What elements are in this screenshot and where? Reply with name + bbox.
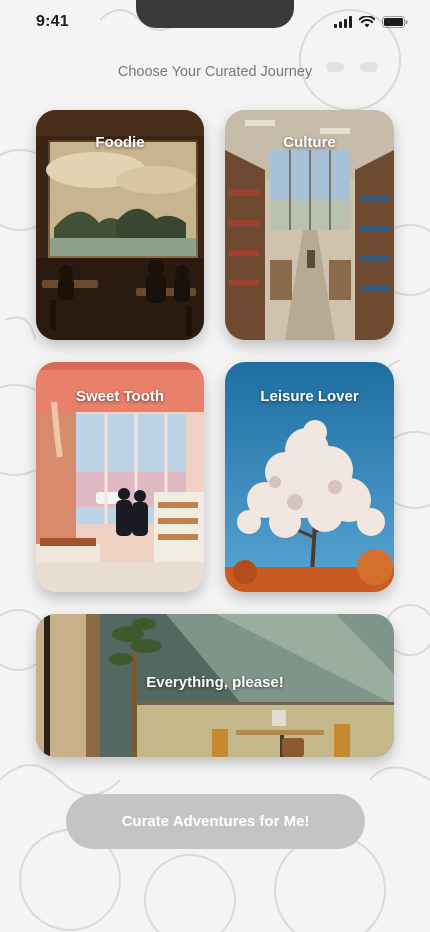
- battery-icon: [382, 16, 408, 28]
- signal-icon: [334, 16, 352, 28]
- journey-label-foodie: Foodie: [95, 134, 145, 151]
- curate-adventures-button[interactable]: Curate Adventures for Me!: [66, 794, 365, 849]
- wifi-icon: [359, 16, 375, 28]
- page-title: Choose Your Curated Journey: [117, 64, 313, 80]
- status-icons: [334, 16, 408, 28]
- journey-card-sweet-tooth[interactable]: Sweet Tooth: [36, 362, 204, 592]
- status-time: 9:41: [36, 13, 69, 30]
- journey-card-everything[interactable]: Everything, please!: [36, 614, 394, 757]
- journey-card-culture[interactable]: Culture: [225, 110, 394, 340]
- dynamic-island: [136, 0, 294, 28]
- journey-label-culture: Culture: [283, 134, 336, 151]
- journey-label-sweet-tooth: Sweet Tooth: [75, 388, 165, 405]
- journey-card-leisure-lover[interactable]: Leisure Lover: [225, 362, 394, 592]
- journey-card-foodie[interactable]: Foodie: [36, 110, 204, 340]
- journey-label-everything: Everything, please!: [146, 674, 284, 691]
- journey-label-leisure-lover: Leisure Lover: [260, 388, 359, 405]
